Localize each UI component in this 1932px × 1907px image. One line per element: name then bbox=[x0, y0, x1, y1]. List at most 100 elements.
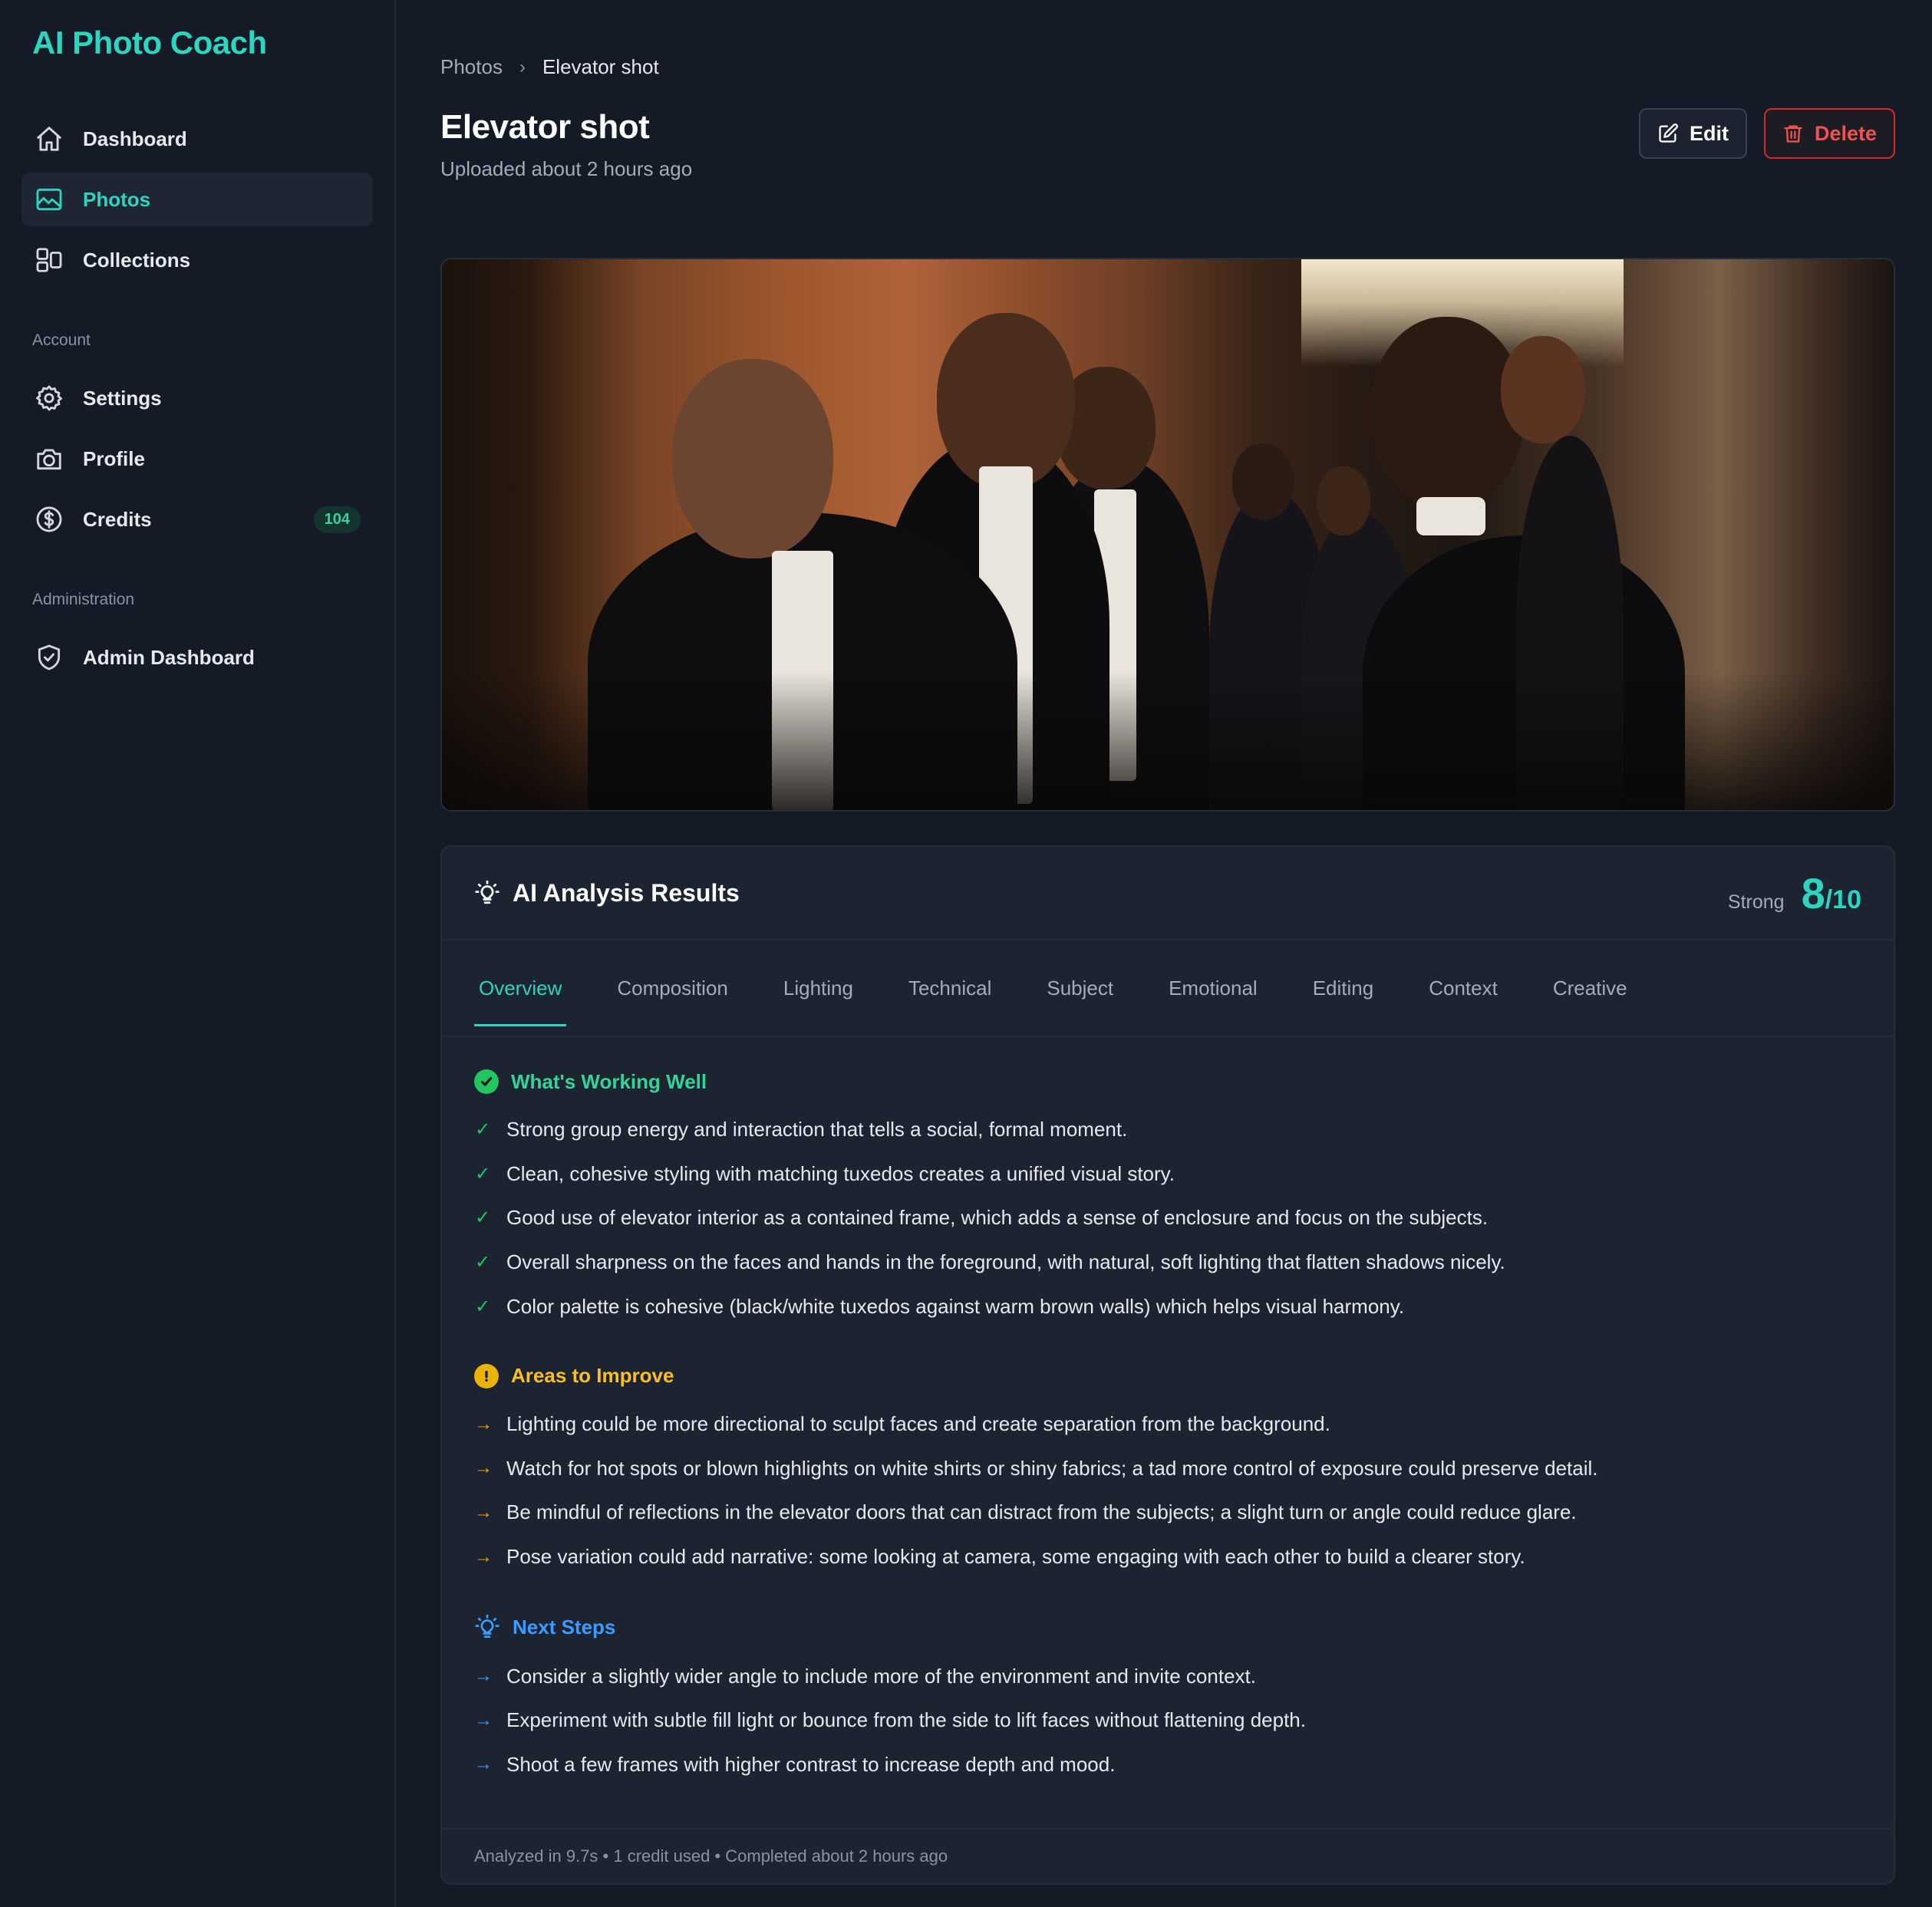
list-item: → Consider a slightly wider angle to incl… bbox=[474, 1654, 1861, 1698]
sidebar-item-photos[interactable]: Photos bbox=[21, 173, 373, 226]
list-item-text: Watch for hot spots or blown highlights … bbox=[506, 1456, 1598, 1480]
improve-title: Areas to Improve bbox=[511, 1364, 674, 1388]
list-item: ✓ Color palette is cohesive (black/white … bbox=[474, 1284, 1861, 1329]
list-item-text: Consider a slightly wider angle to inclu… bbox=[506, 1664, 1256, 1688]
sidebar-item-credits[interactable]: Credits 104 bbox=[21, 492, 373, 546]
check-icon: ✓ bbox=[474, 1252, 491, 1273]
list-item-text: Strong group energy and interaction that… bbox=[506, 1118, 1128, 1141]
list-item: → Pose variation could add narrative: som… bbox=[474, 1535, 1861, 1579]
check-icon: ✓ bbox=[474, 1163, 491, 1184]
page-title: Elevator shot bbox=[440, 108, 650, 146]
analysis-body: What's Working Well ✓ Strong group energy… bbox=[442, 1037, 1894, 1828]
photo-figure-head bbox=[672, 359, 833, 558]
check-circle-icon bbox=[474, 1069, 499, 1094]
delete-button-label: Delete bbox=[1814, 121, 1877, 145]
next-steps-list: → Consider a slightly wider angle to incl… bbox=[474, 1654, 1861, 1787]
photo-figure-head bbox=[1232, 443, 1294, 520]
list-item: ✓ Overall sharpness on the faces and hand… bbox=[474, 1240, 1861, 1285]
sidebar-item-admin-dashboard[interactable]: Admin Dashboard bbox=[21, 631, 373, 684]
sidebar-item-collections[interactable]: Collections bbox=[21, 233, 373, 287]
photo-figure-head bbox=[1370, 317, 1524, 509]
photo-floor-shadow bbox=[442, 672, 1894, 810]
lightbulb-icon bbox=[475, 880, 499, 904]
sidebar-item-profile[interactable]: Profile bbox=[21, 432, 373, 486]
working-well-title: What's Working Well bbox=[511, 1069, 707, 1093]
gear-icon bbox=[34, 383, 64, 413]
score-number: 8 bbox=[1801, 868, 1825, 917]
arrow-right-icon: → bbox=[474, 1413, 493, 1434]
list-item: → Be mindful of reflections in the elevat… bbox=[474, 1490, 1861, 1535]
list-item: → Lighting could be more directional to s… bbox=[474, 1402, 1861, 1447]
breadcrumb: Photos › Elevator shot bbox=[440, 55, 1895, 79]
list-item-text: Pose variation could add narrative: some… bbox=[506, 1545, 1525, 1569]
section-label-administration: Administration bbox=[32, 591, 135, 608]
collections-icon bbox=[34, 245, 64, 275]
edit-icon bbox=[1659, 124, 1678, 143]
home-icon bbox=[34, 124, 64, 154]
analysis-title-text: AI Analysis Results bbox=[513, 878, 740, 907]
camera-icon bbox=[34, 443, 64, 474]
check-icon: ✓ bbox=[474, 1119, 491, 1141]
tab-overview[interactable]: Overview bbox=[474, 940, 567, 1036]
sidebar-item-label: Collections bbox=[83, 248, 191, 272]
upload-time: Uploaded about 2 hours ago bbox=[440, 157, 693, 180]
list-item-text: Shoot a few frames with higher contrast … bbox=[506, 1752, 1116, 1776]
list-item-text: Lighting could be more directional to sc… bbox=[506, 1412, 1330, 1436]
list-item-text: Be mindful of reflections in the elevato… bbox=[506, 1500, 1577, 1524]
list-item-text: Good use of elevator interior as a conta… bbox=[506, 1206, 1489, 1230]
list-item: → Shoot a few frames with higher contrast… bbox=[474, 1743, 1861, 1787]
tab-subject[interactable]: Subject bbox=[1042, 940, 1118, 1036]
trash-icon bbox=[1784, 125, 1802, 143]
edit-button-label: Edit bbox=[1689, 121, 1729, 145]
app-root: AI Photo Coach Dashboard Photos Collecti… bbox=[0, 0, 1932, 1907]
tab-context[interactable]: Context bbox=[1424, 940, 1502, 1036]
improve-heading: Areas to Improve bbox=[474, 1363, 1861, 1388]
photo-figure-head bbox=[1501, 336, 1585, 443]
sidebar: AI Photo Coach Dashboard Photos Collecti… bbox=[0, 0, 396, 1907]
list-item-text: Color palette is cohesive (black/white t… bbox=[506, 1294, 1405, 1318]
score-label: Strong bbox=[1727, 891, 1785, 913]
sidebar-item-label: Credits bbox=[83, 507, 152, 531]
arrow-right-icon: → bbox=[474, 1754, 493, 1775]
analysis-footer: Analyzed in 9.7s • 1 credit used • Compl… bbox=[442, 1828, 1894, 1883]
sidebar-item-label: Dashboard bbox=[83, 127, 187, 150]
list-item-text: Clean, cohesive styling with matching tu… bbox=[506, 1161, 1175, 1185]
improve-list: → Lighting could be more directional to s… bbox=[474, 1402, 1861, 1579]
page-header: Elevator shot Uploaded about 2 hours ago… bbox=[440, 108, 1895, 181]
sidebar-item-label: Admin Dashboard bbox=[83, 645, 255, 669]
delete-button[interactable]: Delete bbox=[1763, 108, 1895, 159]
list-item: ✓ Clean, cohesive styling with matching t… bbox=[474, 1152, 1861, 1197]
tab-lighting[interactable]: Lighting bbox=[779, 940, 858, 1036]
page-actions: Edit Delete bbox=[1638, 108, 1895, 181]
next-steps-title: Next Steps bbox=[513, 1615, 616, 1639]
list-item: ✓ Strong group energy and interaction tha… bbox=[474, 1108, 1861, 1152]
tab-editing[interactable]: Editing bbox=[1308, 940, 1379, 1036]
edit-button[interactable]: Edit bbox=[1638, 108, 1747, 159]
sidebar-item-settings[interactable]: Settings bbox=[21, 371, 373, 425]
breadcrumb-photos-link[interactable]: Photos bbox=[440, 55, 503, 79]
dollar-icon bbox=[34, 504, 64, 535]
photo-figure-collar bbox=[1416, 497, 1485, 535]
arrow-right-icon: → bbox=[474, 1546, 493, 1567]
photo-preview[interactable] bbox=[440, 258, 1895, 812]
analysis-card: AI Analysis Results Strong 8/10 Overview… bbox=[440, 845, 1895, 1886]
tab-emotional[interactable]: Emotional bbox=[1164, 940, 1262, 1036]
tab-technical[interactable]: Technical bbox=[904, 940, 996, 1036]
sidebar-item-dashboard[interactable]: Dashboard bbox=[21, 112, 373, 166]
app-title[interactable]: AI Photo Coach bbox=[32, 23, 373, 63]
list-item-text: Overall sharpness on the faces and hands… bbox=[506, 1250, 1505, 1274]
sidebar-item-label: Photos bbox=[83, 187, 151, 211]
photo-figure-head bbox=[1317, 466, 1370, 535]
sidebar-item-label: Settings bbox=[83, 386, 162, 410]
shield-check-icon bbox=[34, 642, 64, 673]
working-well-heading: What's Working Well bbox=[474, 1069, 1861, 1094]
next-steps-heading: Next Steps bbox=[474, 1614, 1861, 1640]
score: Strong 8/10 bbox=[1728, 868, 1861, 918]
tab-composition[interactable]: Composition bbox=[612, 940, 733, 1036]
photo-figure-head bbox=[937, 313, 1075, 489]
score-value: 8/10 bbox=[1802, 868, 1861, 918]
list-item: ✓ Good use of elevator interior as a cont… bbox=[474, 1196, 1861, 1240]
analysis-tabs: Overview Composition Lighting Technical … bbox=[442, 940, 1894, 1037]
tab-creative[interactable]: Creative bbox=[1548, 940, 1632, 1036]
sidebar-item-label: Profile bbox=[83, 446, 145, 470]
